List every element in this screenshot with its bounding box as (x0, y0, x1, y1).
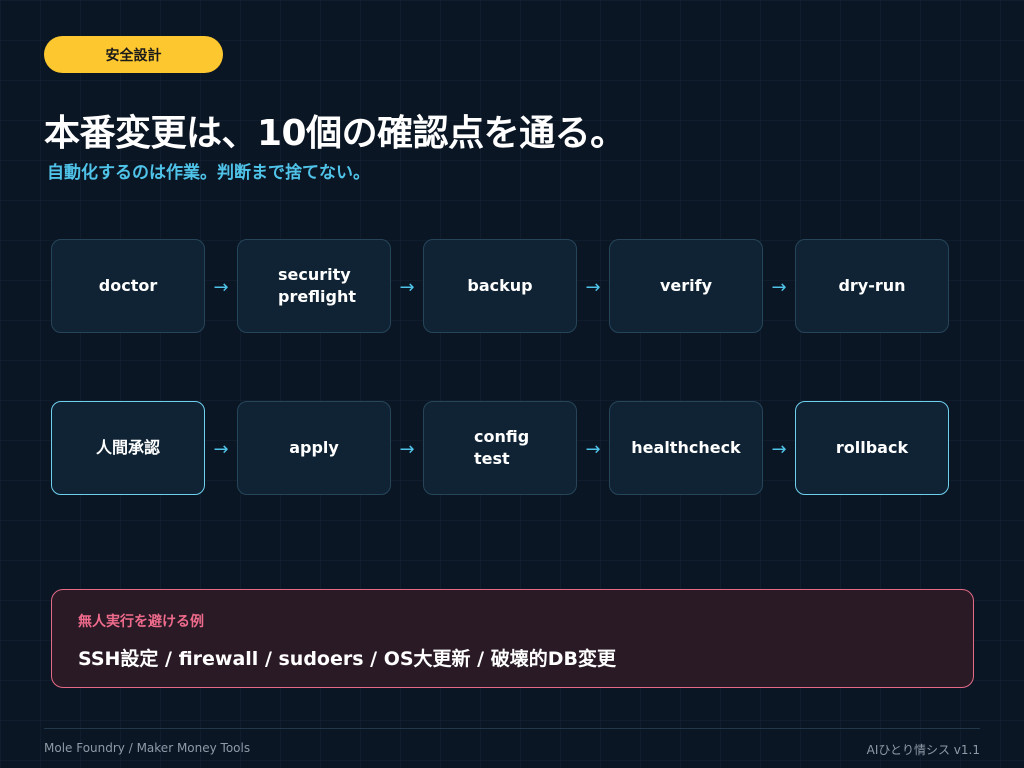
warning-box: 無人実行を避ける例 SSH設定 / firewall / sudoers / O… (51, 589, 974, 688)
arrow-right-icon: → (585, 438, 601, 460)
footer-divider (44, 728, 980, 729)
step-label: 人間承認 (95, 437, 160, 457)
step-rollback: rollback (795, 401, 949, 495)
warning-text: SSH設定 / firewall / sudoers / OS大更新 / 破壊的… (78, 648, 616, 670)
step-label: security (278, 264, 351, 284)
step-human-approval: 人間承認 (51, 401, 205, 495)
section-badge: 安全設計 (44, 36, 223, 73)
step-label: apply (289, 437, 339, 457)
warning-label: 無人実行を避ける例 (78, 614, 204, 630)
footer-brand: Mole Foundry / Maker Money Tools (44, 741, 251, 755)
step-label-line2: test (474, 449, 510, 468)
step-config-test: config test (423, 401, 577, 495)
arrow-right-icon: → (399, 276, 415, 298)
step-label: verify (659, 275, 713, 295)
arrow-right-icon: → (213, 438, 229, 460)
page-subtitle: 自動化するのは作業。判断まで捨てない。 (47, 163, 370, 183)
step-apply: apply (237, 401, 391, 495)
step-label: backup (467, 275, 533, 295)
arrow-right-icon: → (399, 438, 415, 460)
arrow-right-icon: → (771, 438, 787, 460)
step-label: dry-run (838, 275, 906, 295)
step-label: healthcheck (631, 437, 741, 457)
arrow-right-icon: → (585, 276, 601, 298)
step-label: config (474, 426, 530, 446)
footer-version: AIひとり情シス v1.1 (866, 743, 980, 757)
step-healthcheck: healthcheck (609, 401, 763, 495)
page-title: 本番変更は、10個の確認点を通る。 (44, 113, 626, 154)
step-dry-run: dry-run (795, 239, 949, 333)
step-verify: verify (609, 239, 763, 333)
step-backup: backup (423, 239, 577, 333)
step-doctor: doctor (51, 239, 205, 333)
arrow-right-icon: → (213, 276, 229, 298)
step-label: doctor (98, 275, 158, 295)
step-label: rollback (835, 437, 909, 457)
arrow-right-icon: → (771, 276, 787, 298)
step-label-line2: preflight (278, 287, 357, 306)
step-security-preflight: security preflight (237, 239, 391, 333)
